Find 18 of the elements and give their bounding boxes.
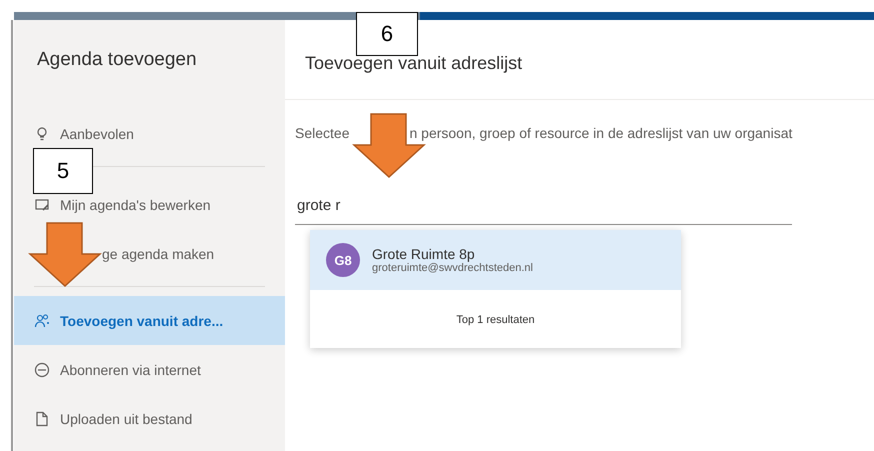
step-number: 5 (33, 148, 93, 194)
suggestion-item[interactable]: G8 Grote Ruimte 8p groteruimte@swvdrechtsteden.nl (310, 230, 681, 290)
sidebar-item[interactable]: Toevoegen vanuit adre... (14, 296, 285, 345)
contact-name: Grote Ruimte 8p (372, 246, 476, 262)
step-number: 6 (356, 12, 418, 56)
description-text: n persoon, groep of resource in de adreslijst van uw organisat (409, 125, 792, 141)
file-icon (34, 410, 50, 426)
people-add-icon (34, 312, 50, 328)
avatar: G8 (326, 243, 360, 277)
sidebar-item[interactable]: Uploaden uit bestand (14, 394, 285, 443)
edit-calendar-icon (34, 196, 50, 212)
sidebar-item[interactable]: Abonneren via internet (14, 345, 285, 394)
results-count: Top 1 resultaten (455, 313, 536, 328)
description-text: Selectee (295, 125, 350, 141)
contact-email: groteruimte@swvdrechtsteden.nl (372, 262, 533, 274)
search-field[interactable]: grote r (295, 197, 792, 225)
dialog-title: Agenda toevoegen (36, 48, 198, 72)
sidebar-item[interactable]: ge agenda maken (14, 229, 285, 278)
